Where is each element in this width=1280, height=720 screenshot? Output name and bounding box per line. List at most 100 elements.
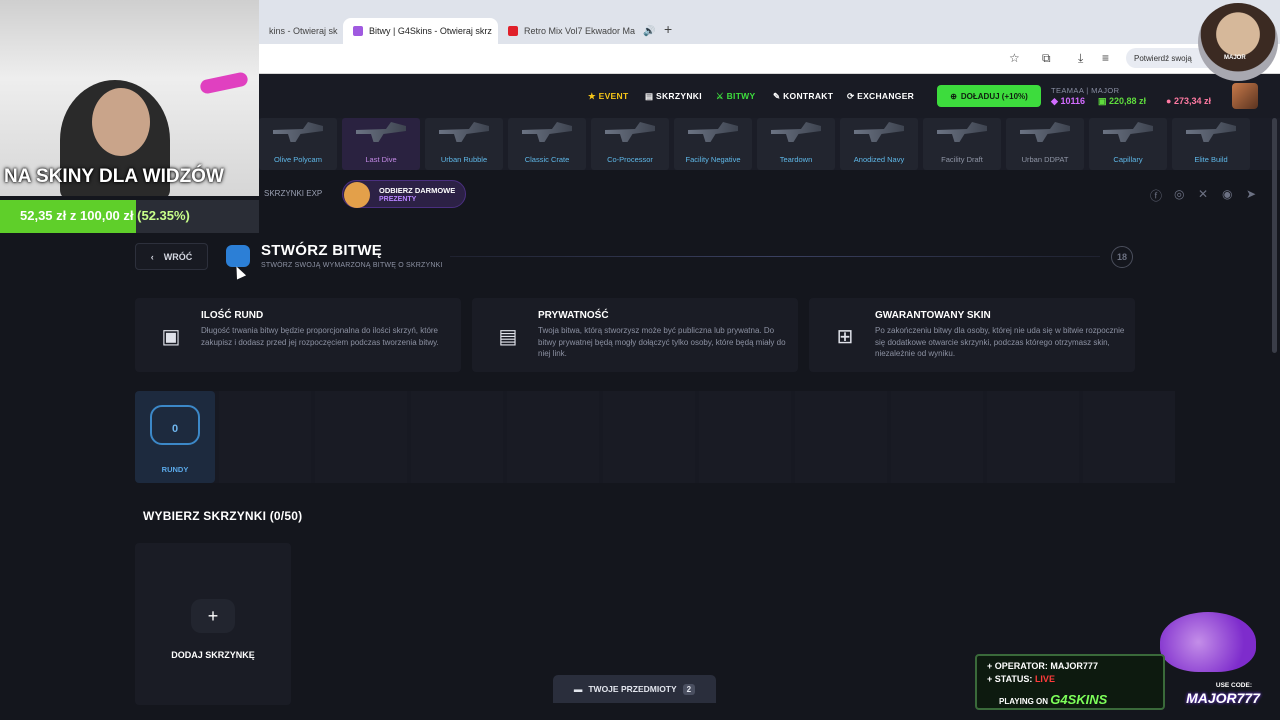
case-card[interactable]: Capillary bbox=[1089, 118, 1167, 170]
gems-value: 10116 bbox=[1060, 96, 1085, 106]
case-card[interactable]: Classic Crate bbox=[508, 118, 586, 170]
new-tab-icon[interactable]: + bbox=[664, 21, 672, 37]
nav-kontrakt[interactable]: ✎ KONTRAKT bbox=[773, 91, 833, 102]
round-slot bbox=[219, 391, 311, 483]
nav-exchanger[interactable]: ⟳ EXCHANGER bbox=[847, 91, 914, 102]
gun-icon: ▬ bbox=[573, 684, 583, 694]
info-card-guaranteed: ⊞ GWARANTOWANY SKIN Po zakończeniu bitwy… bbox=[809, 298, 1135, 372]
case-weapon-image bbox=[771, 122, 821, 142]
case-card[interactable]: Facility Negative bbox=[674, 118, 752, 170]
round-slot bbox=[795, 391, 887, 483]
round-slot bbox=[603, 391, 695, 483]
facebook-icon[interactable]: ⓕ bbox=[1150, 187, 1162, 204]
info-card-privacy: ▤ PRYWATNOŚĆ Twoja bitwa, którą stworzys… bbox=[472, 298, 798, 372]
exp-cases-link[interactable]: SKRZYNKI EXP bbox=[264, 189, 322, 198]
case-weapon-image bbox=[937, 122, 987, 142]
case-weapon-image bbox=[273, 122, 323, 142]
info-card-desc: Po zakończeniu bitwy dla osoby, której n… bbox=[875, 326, 1125, 358]
balance-value: 220,88 zł bbox=[1109, 96, 1147, 106]
tab-title: Bitwy | G4Skins - Otwieraj skrz bbox=[369, 26, 492, 36]
page-title: STWÓRZ BITWĘ bbox=[261, 242, 383, 259]
audio-icon[interactable]: 🔊 bbox=[643, 26, 655, 37]
case-name: Elite Build bbox=[1194, 155, 1228, 164]
free-gifts-button[interactable]: ODBIERZ DARMOWE PREZENTY bbox=[342, 180, 466, 208]
browser-tab[interactable]: Retro Mix Vol7 Ekwador Ma 🔊 ✕ bbox=[498, 18, 658, 44]
case-name: Capillary bbox=[1113, 155, 1143, 164]
operator-line: + OPERATOR: MAJOR777 bbox=[987, 661, 1098, 671]
user-avatar[interactable] bbox=[1232, 83, 1258, 109]
battle-icon bbox=[226, 245, 250, 267]
case-name: Last Dive bbox=[365, 155, 397, 164]
topup-label: DOŁADUJ (+10%) bbox=[960, 91, 1028, 101]
use-code-label: USE CODE: bbox=[1215, 682, 1252, 689]
extensions-icon[interactable]: ⧉ bbox=[1042, 51, 1051, 66]
gift-character-icon bbox=[344, 182, 370, 208]
scrollbar[interactable] bbox=[1272, 118, 1277, 353]
rounds-counter[interactable]: 0 RUNDY bbox=[135, 391, 215, 483]
your-items-button[interactable]: ▬ TWOJE PRZEDMIOTY 2 bbox=[553, 675, 716, 703]
plus-icon[interactable]: + bbox=[191, 599, 235, 633]
select-cases-title: WYBIERZ SKRZYNKI (0/50) bbox=[143, 509, 303, 523]
media-icon[interactable]: ≡ bbox=[1102, 51, 1109, 65]
round-slot bbox=[507, 391, 599, 483]
case-card[interactable]: Elite Build bbox=[1172, 118, 1250, 170]
browser-tab-active[interactable]: Bitwy | G4Skins - Otwieraj skrz ✕ bbox=[343, 18, 498, 44]
case-weapon-image bbox=[688, 122, 738, 142]
telegram-icon[interactable]: ➤ bbox=[1246, 187, 1256, 201]
coins-stat: ● 273,34 zł bbox=[1166, 96, 1211, 106]
case-weapon-image bbox=[605, 122, 655, 142]
round-slot bbox=[891, 391, 983, 483]
case-strip: Olive Polycam Last Dive Urban Rubble Classi… bbox=[259, 118, 1280, 170]
case-card[interactable]: Urban DDPAT bbox=[1006, 118, 1084, 170]
case-name: Co-Processor bbox=[607, 155, 653, 164]
page-subtitle: STWÓRZ SWOJĄ WYMARZONĄ BITWĘ O SKRZYNKI bbox=[261, 262, 443, 269]
instagram-icon[interactable]: ◎ bbox=[1174, 187, 1184, 201]
streamer-avatar: MAJOR bbox=[1198, 3, 1278, 81]
nav-label: KONTRAKT bbox=[783, 91, 834, 101]
case-card[interactable]: Teardown bbox=[757, 118, 835, 170]
add-case-card[interactable]: + DODAJ SKRZYNKĘ bbox=[135, 543, 291, 705]
case-card[interactable]: Co-Processor bbox=[591, 118, 669, 170]
divider bbox=[450, 256, 1100, 257]
case-card[interactable]: Last Dive bbox=[342, 118, 420, 170]
case-name: Facility Negative bbox=[685, 155, 741, 164]
rounds-slots bbox=[135, 391, 1175, 483]
case-card[interactable]: Facility Draft bbox=[923, 118, 1001, 170]
download-icon[interactable]: ⤓ bbox=[1078, 51, 1083, 66]
discord-icon[interactable]: ◉ bbox=[1222, 187, 1232, 201]
case-icon: ▣ bbox=[161, 325, 181, 348]
nav-bitwy[interactable]: ⚔ BITWY bbox=[716, 91, 755, 102]
x-icon[interactable]: ✕ bbox=[1198, 187, 1208, 201]
nav-skrzynki[interactable]: ▤ SKRZYNKI bbox=[645, 91, 702, 102]
case-name: Olive Polycam bbox=[274, 155, 322, 164]
case-card[interactable]: Olive Polycam bbox=[259, 118, 337, 170]
case-name: Urban DDPAT bbox=[1021, 155, 1069, 164]
gift-icon: ⊞ bbox=[836, 325, 854, 348]
youtube-icon bbox=[508, 26, 518, 36]
nav-label: EVENT bbox=[598, 91, 629, 101]
case-weapon-image bbox=[522, 122, 572, 142]
case-name: Anodized Navy bbox=[853, 155, 905, 164]
nav-event[interactable]: ★ EVENT bbox=[588, 91, 628, 102]
user-name[interactable]: TEAMAA | MAJOR bbox=[1051, 86, 1119, 95]
star-icon: ★ bbox=[588, 91, 596, 101]
mascot-image bbox=[1160, 612, 1256, 672]
your-items-label: TWOJE PRZEDMIOTY bbox=[588, 684, 677, 694]
case-weapon-image bbox=[854, 122, 904, 142]
back-button[interactable]: ‹ WRÓĆ bbox=[135, 243, 208, 270]
rounds-count: 0 bbox=[171, 423, 179, 435]
star-bookmark-icon[interactable]: ☆ bbox=[1009, 51, 1020, 65]
free-gifts-subtitle: PREZENTY bbox=[379, 196, 417, 203]
case-name: Urban Rubble bbox=[440, 155, 488, 164]
gems-stat: ◆ 10116 bbox=[1051, 96, 1085, 107]
status-label: + STATUS: bbox=[987, 674, 1033, 684]
case-card[interactable]: Urban Rubble bbox=[425, 118, 503, 170]
document-icon: ▤ bbox=[498, 325, 518, 348]
playing-on: PLAYING ON G4SKINS bbox=[999, 692, 1107, 707]
nav-label: EXCHANGER bbox=[857, 91, 915, 101]
case-card[interactable]: Anodized Navy bbox=[840, 118, 918, 170]
coins-value: 273,34 zł bbox=[1173, 96, 1211, 106]
topup-button[interactable]: ⊕ DOŁADUJ (+10%) bbox=[937, 85, 1041, 107]
browser-tab[interactable]: kins - Otwieraj sk ✕ bbox=[259, 18, 343, 44]
nav-label: SKRZYNKI bbox=[656, 91, 702, 101]
